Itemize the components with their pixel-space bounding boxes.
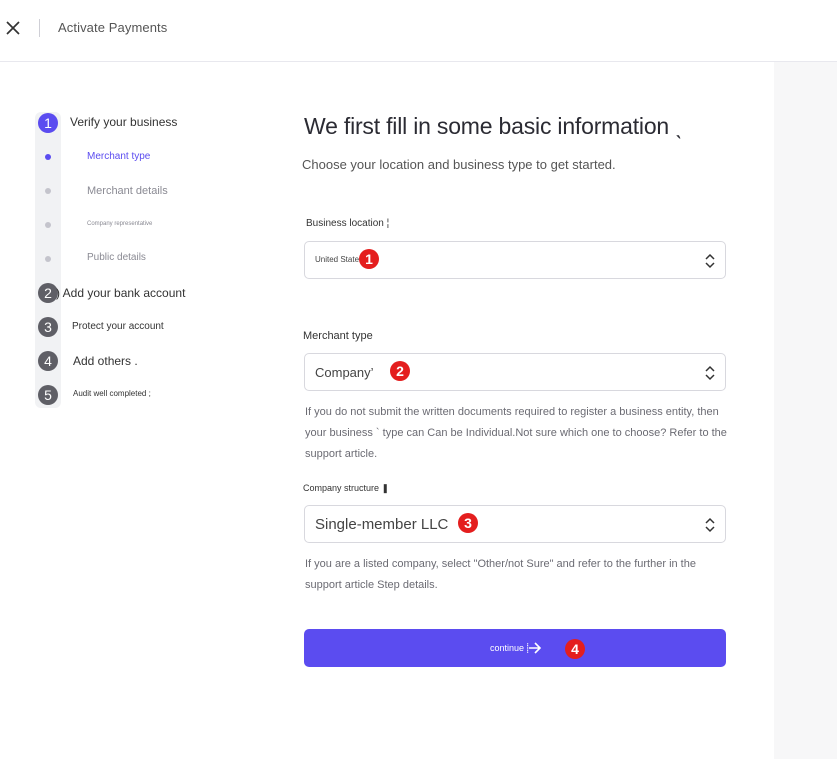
form-heading: We first fill in some basic information … <box>304 113 683 139</box>
substep-merchant-type[interactable]: Merchant type <box>87 151 150 162</box>
step-number-4[interactable]: 4 <box>38 351 58 371</box>
substep-dot-merchant-details <box>45 188 51 194</box>
substep-dot-company-representative <box>45 222 51 228</box>
business-location-label: Business location ¦ <box>306 218 390 229</box>
step-label-verify-business[interactable]: Verify your business <box>70 115 177 129</box>
step-label-bank-account[interactable]: ) Add your bank account <box>56 286 185 300</box>
business-location-value: United States <box>315 255 364 264</box>
substep-dot-merchant-type <box>45 154 51 160</box>
step-number-3[interactable]: 3 <box>38 317 58 337</box>
merchant-type-help-text: If you do not submit the written documen… <box>305 406 727 460</box>
step-number-1[interactable]: 1 <box>38 113 58 133</box>
annotation-marker-2: 2 <box>390 361 410 381</box>
merchant-type-value: Company’ <box>315 365 374 380</box>
substep-public-details[interactable]: Public details <box>87 252 146 263</box>
substep-dot-public-details <box>45 256 51 262</box>
merchant-type-select[interactable]: Company’ <box>304 353 726 391</box>
company-structure-value: Single-member LLC <box>315 516 449 533</box>
step-label-add-others[interactable]: Add others . <box>73 354 138 368</box>
step-number-2[interactable]: 2 <box>38 283 58 303</box>
close-icon[interactable] <box>4 19 22 37</box>
annotation-marker-3: 3 <box>458 513 478 533</box>
company-structure-label: Company structure ❚ <box>303 483 390 493</box>
top-bar: Activate Payments <box>0 0 837 62</box>
form-subheading: Choose your location and business type t… <box>302 157 616 172</box>
company-structure-help-text: If you are a listed company, select "Oth… <box>305 558 696 591</box>
header-divider <box>39 19 40 37</box>
chevron-up-down-icon <box>705 517 715 533</box>
step-label-audit-completed[interactable]: Audit well completed ; <box>73 389 151 398</box>
page-title: Activate Payments <box>58 20 168 35</box>
substep-company-representative[interactable]: Company representative <box>87 221 152 227</box>
step-label-protect-account[interactable]: Protect your account <box>72 321 164 332</box>
company-structure-select[interactable]: Single-member LLC <box>304 505 726 543</box>
annotation-marker-1: 1 <box>359 249 379 269</box>
chevron-up-down-icon <box>705 253 715 269</box>
substep-merchant-details[interactable]: Merchant details <box>87 185 168 197</box>
chevron-up-down-icon <box>705 365 715 381</box>
right-side-panel <box>774 62 837 759</box>
step-number-5[interactable]: 5 <box>38 385 58 405</box>
arrow-right-icon <box>529 642 542 654</box>
continue-label: continue ⸽ <box>490 643 529 653</box>
annotation-marker-4: 4 <box>565 639 585 659</box>
merchant-type-label: Merchant type <box>303 330 373 342</box>
continue-button[interactable]: continue ⸽ <box>304 629 726 667</box>
